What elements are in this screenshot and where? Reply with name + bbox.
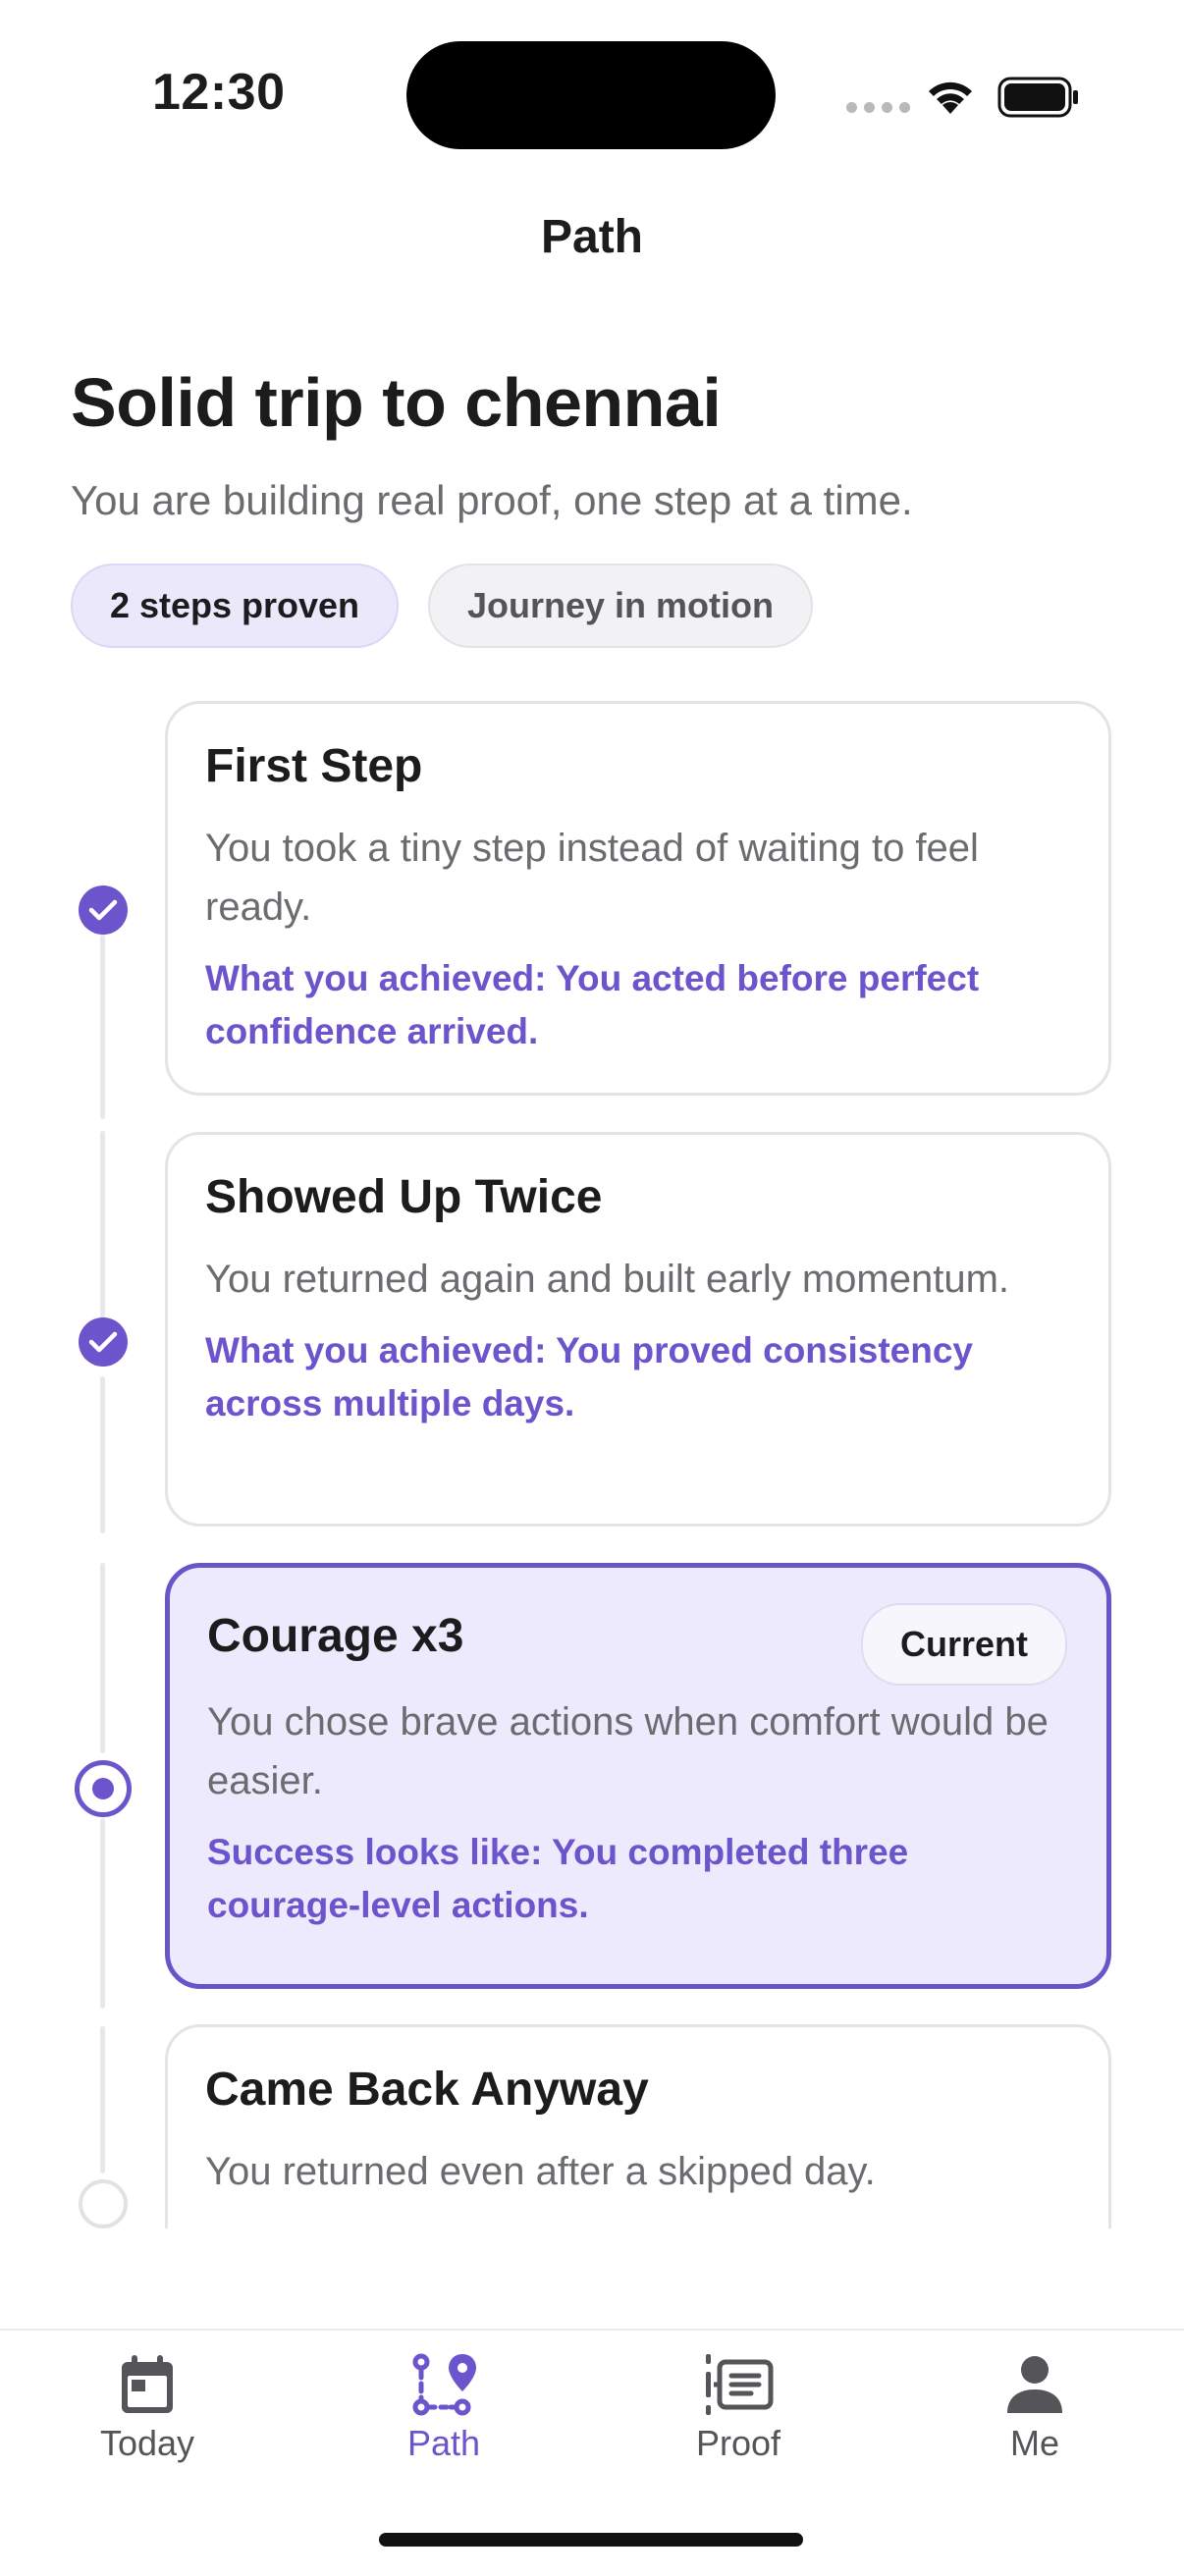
step-success-criteria: Success looks like: You completed three … <box>207 1831 909 1925</box>
step-card-showed-up-twice[interactable]: Showed Up Twice You returned again and b… <box>165 1132 1111 1527</box>
step-description: You returned even after a skipped day. <box>205 2149 876 2193</box>
step-description: You took a tiny step instead of waiting … <box>205 826 979 929</box>
tab-proof[interactable]: Proof <box>640 2352 836 2464</box>
step-title: Showed Up Twice <box>205 1171 603 1223</box>
steps-proven-chip: 2 steps proven <box>71 564 399 648</box>
timeline-connector <box>100 1376 105 1533</box>
tab-label: Path <box>406 2423 481 2463</box>
person-icon <box>1007 2356 1062 2413</box>
tab-path[interactable]: Path <box>346 2352 542 2464</box>
step-card-first-step[interactable]: First Step You took a tiny step instead … <box>165 701 1111 1096</box>
step-description: You chose brave actions when comfort wou… <box>207 1699 1049 1802</box>
timeline-connector <box>100 1818 105 2009</box>
journey-subtitle: You are building real proof, one step at… <box>71 477 913 523</box>
step-description: You returned again and built early momen… <box>205 1257 1010 1301</box>
journey-title: Solid trip to chennai <box>71 364 722 441</box>
step-complete-check-icon <box>79 886 128 935</box>
list-icon <box>706 2354 774 2415</box>
timeline-connector <box>100 2026 105 2174</box>
step-title: First Step <box>205 740 423 792</box>
tab-label: Proof <box>695 2423 781 2463</box>
path-scroll-area[interactable]: Solid trip to chennai You are building r… <box>0 0 1184 2228</box>
current-badge: Current <box>860 1603 1067 1686</box>
step-current-indicator-icon <box>75 1760 132 1817</box>
journey-status-chip: Journey in motion <box>428 564 813 648</box>
step-achievement: What you achieved: You proved consistenc… <box>205 1329 973 1423</box>
timeline-connector <box>100 1563 105 1753</box>
route-icon <box>412 2353 476 2416</box>
step-complete-check-icon <box>79 1317 128 1367</box>
tab-today[interactable]: Today <box>49 2352 245 2464</box>
home-indicator <box>379 2533 803 2547</box>
step-pending-circle-icon <box>79 2179 128 2228</box>
step-card-courage-x3[interactable]: Courage x3 Current You chose brave actio… <box>165 1563 1111 1989</box>
tab-me[interactable]: Me <box>937 2352 1133 2464</box>
step-card-came-back-anyway[interactable]: Came Back Anyway You returned even after… <box>165 2024 1111 2228</box>
timeline-connector <box>100 935 105 1119</box>
tab-label: Today <box>99 2423 195 2463</box>
step-title: Came Back Anyway <box>205 2064 649 2116</box>
calendar-icon <box>122 2355 173 2413</box>
tab-label: Me <box>1009 2423 1059 2463</box>
step-achievement: What you achieved: You acted before perf… <box>205 957 980 1051</box>
